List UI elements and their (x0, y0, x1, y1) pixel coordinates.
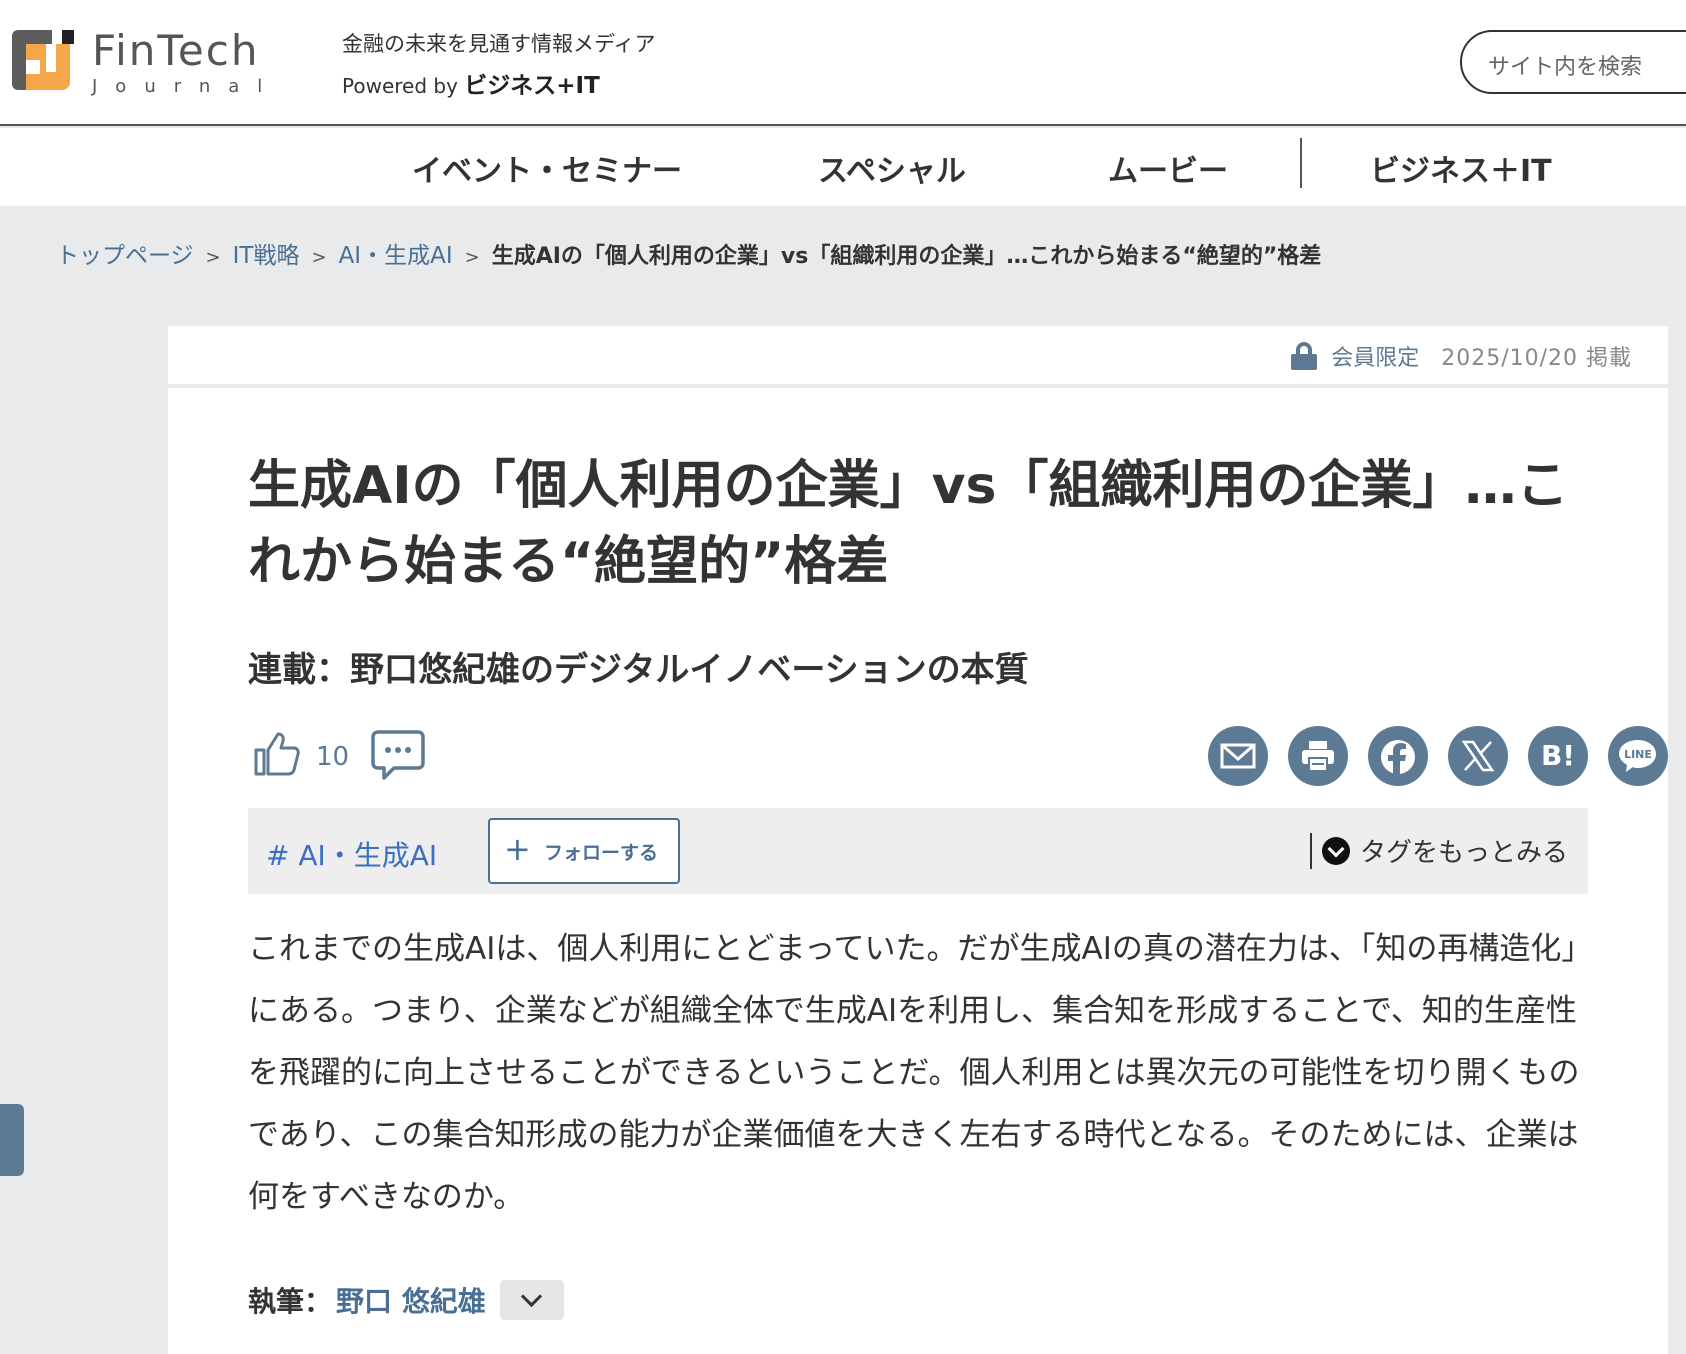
breadcrumb-top[interactable]: トップページ (56, 243, 194, 269)
mail-icon (1220, 743, 1256, 769)
powered-by-brand[interactable]: ビジネス+IT (464, 73, 600, 99)
author-line: 執筆： 野口 悠紀雄 (248, 1280, 564, 1320)
logo-mark-icon (12, 30, 74, 90)
breadcrumb-ai[interactable]: AI・生成AI (339, 243, 453, 269)
nav-item-special[interactable]: スペシャル (818, 146, 966, 190)
article-title: 生成AIの「個人利用の企業」vs「組織利用の企業」…これから始まる“絶望的”格差 (248, 456, 1569, 592)
lock-icon (1291, 342, 1318, 370)
share-mail-button[interactable] (1208, 726, 1268, 786)
plus-icon: + (504, 830, 531, 868)
nav-item-business-it[interactable]: ビジネス＋IT (1370, 146, 1552, 190)
nav-divider (1300, 138, 1302, 188)
publish-date: 2025/10/20 掲載 (1441, 346, 1632, 371)
more-tags-button[interactable]: タグをもっとみる (1309, 832, 1568, 869)
author-label: 執筆： (248, 1285, 333, 1318)
breadcrumb: トップページ > IT戦略 > AI・生成AI > 生成AIの「個人利用の企業」vs「組織利… (56, 243, 1322, 269)
share-facebook-button[interactable] (1368, 726, 1428, 786)
facebook-icon (1381, 740, 1415, 775)
share-hatena-button[interactable]: B! (1528, 726, 1588, 786)
hatena-bookmark-icon: B! (1540, 739, 1576, 772)
share-x-button[interactable] (1448, 726, 1508, 786)
x-icon (1461, 740, 1495, 772)
tag-bar: # AI・生成AI + フォローする タグをもっとみる (248, 808, 1588, 894)
series-title[interactable]: 連載：野口悠紀雄のデジタルイノベーションの本質 (248, 642, 1029, 691)
comment-icon[interactable] (370, 728, 426, 782)
main-nav: イベント・セミナー スペシャル ムービー ビジネス＋IT (0, 128, 1686, 206)
powered-by: Powered by ビジネス+IT (342, 73, 600, 99)
author-expand-button[interactable] (499, 1280, 564, 1320)
article-meta-bar: 会員限定 2025/10/20 掲載 (168, 326, 1668, 384)
article-card: 生成AIの「個人利用の企業」vs「組織利用の企業」…これから始まる“絶望的”格差… (168, 388, 1668, 1354)
site-header: FinTech Journal 金融の未来を見通す情報メディア Powered … (0, 0, 1686, 126)
article-actions: 10 B! LINE (248, 726, 1668, 796)
site-tagline: 金融の未来を見通す情報メディア (342, 32, 656, 56)
logo-title: FinTech (92, 26, 260, 75)
logo-subtitle: Journal (92, 76, 281, 97)
breadcrumb-current: 生成AIの「個人利用の企業」vs「組織利用の企業」…これから始まる“絶望的”格差 (491, 244, 1322, 269)
chevron-down-icon (1321, 836, 1350, 865)
print-icon (1302, 741, 1334, 772)
follow-tag-button[interactable]: + フォローする (488, 818, 680, 884)
nav-item-movie[interactable]: ムービー (1108, 146, 1228, 190)
article-lead: これまでの生成AIは、個人利用にとどまっていた。だが生成AIの真の潜在力は、「知… (248, 931, 1593, 1215)
thumbs-up-icon[interactable] (252, 730, 300, 778)
site-search-input[interactable]: サイト内を検索 (1460, 30, 1686, 94)
side-drawer-handle[interactable] (0, 1104, 24, 1176)
breadcrumb-it-strategy[interactable]: IT戦略 (233, 243, 300, 269)
nav-item-events[interactable]: イベント・セミナー (412, 146, 682, 190)
tag-ai[interactable]: # AI・生成AI (266, 834, 437, 874)
member-only-label: 会員限定 (1331, 346, 1420, 371)
share-line-button[interactable]: LINE (1608, 726, 1668, 786)
like-count: 10 (316, 742, 350, 772)
share-print-button[interactable] (1288, 726, 1348, 786)
author-name[interactable]: 野口 悠紀雄 (336, 1280, 486, 1320)
site-logo[interactable]: FinTech Journal (12, 30, 280, 97)
